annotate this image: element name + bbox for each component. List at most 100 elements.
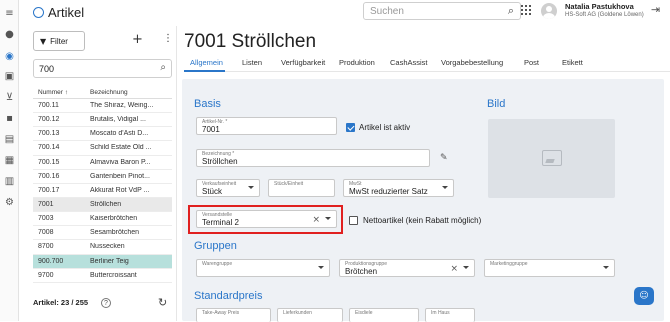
- tab-produktion[interactable]: Produktion: [339, 58, 375, 67]
- article-list-panel: ▼Filter + ⋮ ⌕ Nummer ↑ Bezeichnung 700.1…: [19, 26, 177, 321]
- table-row[interactable]: 7001 Ströllchen: [33, 197, 172, 213]
- chevron-down-icon: [248, 186, 254, 189]
- tab-post[interactable]: Post: [524, 58, 539, 67]
- artikel-nr-field[interactable]: Artikel-Nr. * 7001: [196, 117, 337, 135]
- user-icon[interactable]: ●: [3, 28, 16, 41]
- user-name: Natalia Pastukhova: [565, 2, 634, 11]
- table-row[interactable]: 700.15 Almaviva Baron P...: [33, 156, 172, 170]
- form-content: Basis Bild Artikel-Nr. * 7001 Artikel is…: [182, 79, 664, 322]
- marketinggruppe-select[interactable]: Marketinggruppe: [484, 259, 615, 277]
- take-away-price-field[interactable]: Take-Away Preis: [196, 308, 271, 322]
- cart-icon[interactable]: ⊻: [3, 91, 16, 104]
- mwst-select[interactable]: MwSt MwSt reduzierter Satz: [343, 179, 454, 197]
- image-placeholder[interactable]: [488, 119, 615, 198]
- versandstelle-select[interactable]: Versandstelle Terminal 2 ×: [196, 210, 337, 228]
- row-number: 700.12: [38, 116, 60, 124]
- list-search[interactable]: ⌕: [33, 59, 172, 78]
- settings-icon[interactable]: ⚙: [3, 196, 16, 209]
- table-row[interactable]: 8700 Nussecken: [33, 240, 172, 255]
- row-number: 700.17: [38, 186, 60, 194]
- article-count: Artikel: 23 / 255: [33, 298, 89, 307]
- row-number: 700.13: [38, 130, 60, 138]
- edit-translation-icon[interactable]: ✎: [440, 153, 448, 163]
- verkaufseinheit-select[interactable]: Verkaufseinheit Stück: [196, 179, 260, 197]
- refresh-icon[interactable]: ↻: [158, 296, 167, 309]
- table-row[interactable]: 900.700 Berliner Teig: [33, 254, 172, 269]
- add-article-button[interactable]: +: [132, 32, 143, 47]
- tab-etikett[interactable]: Etikett: [562, 58, 583, 67]
- table-row[interactable]: 7003 Kaiserbrötchen: [33, 212, 172, 227]
- eisdiele-price-field[interactable]: Eisdiele: [349, 308, 419, 322]
- chart-icon[interactable]: ▥: [3, 175, 16, 188]
- produktionsgruppe-select[interactable]: Produktionsgruppe Brötchen ×: [339, 259, 475, 277]
- im-haus-price-field[interactable]: Im Haus: [425, 308, 475, 322]
- nettoartikel-label: Nettoartikel (kein Rabatt möglich): [363, 216, 482, 225]
- search-icon[interactable]: ⌕: [508, 4, 514, 18]
- row-name: Ströllchen: [90, 200, 122, 208]
- artikel-aktiv-label: Artikel ist aktiv: [359, 123, 411, 132]
- table-row[interactable]: 700.12 Brutalis, Vidigal ...: [33, 113, 172, 128]
- global-search-input[interactable]: [370, 4, 488, 19]
- bezeichnung-field[interactable]: Bezeichnung * Ströllchen: [196, 149, 430, 167]
- article-icon[interactable]: ◉: [3, 50, 16, 63]
- article-logo-icon: [33, 7, 44, 18]
- tab-vorgabebestellung[interactable]: Vorgabebestellung: [441, 58, 503, 67]
- filter-button[interactable]: ▼ Filter: [33, 31, 85, 51]
- tab-allgemein[interactable]: Allgemein: [190, 58, 223, 67]
- row-number: 7008: [38, 229, 54, 237]
- table-row[interactable]: 700.13 Moscato d'Asti D...: [33, 127, 172, 142]
- row-number: 700.14: [38, 144, 60, 152]
- row-name: The Shiraz, Weing...: [90, 102, 154, 109]
- section-gruppen: Gruppen: [194, 240, 237, 252]
- search-icon[interactable]: ⌕: [160, 62, 166, 73]
- article-detail: 7001 Ströllchen Allgemein Listen Verfügb…: [177, 26, 670, 322]
- detail-tabs: Allgemein Listen Verfügbarkeit Produktio…: [184, 56, 670, 72]
- list-search-input[interactable]: [39, 62, 149, 76]
- clipboard-icon[interactable]: ▦: [3, 154, 16, 167]
- chevron-down-icon: [325, 217, 331, 220]
- truck-icon[interactable]: ▪: [3, 112, 16, 125]
- table-row[interactable]: 700.17 Akkurat Rot VdP ...: [33, 184, 172, 198]
- chat-assistant-button[interactable]: ☺: [634, 287, 654, 305]
- table-row[interactable]: 700.14 Schild Estate Old ...: [33, 141, 172, 156]
- row-name: Sesambrötchen: [90, 229, 140, 237]
- row-name: Schild Estate Old ...: [90, 144, 152, 152]
- global-search[interactable]: ⌕: [363, 2, 521, 20]
- column-header-bezeichnung[interactable]: Bezeichnung: [90, 89, 128, 96]
- table-row[interactable]: 7008 Sesambrötchen: [33, 226, 172, 241]
- briefcase-icon[interactable]: ▣: [3, 70, 16, 83]
- warengruppe-select[interactable]: Warengruppe: [196, 259, 330, 277]
- table-row[interactable]: 700.16 Gantenbein Pinot...: [33, 170, 172, 184]
- column-header-nummer[interactable]: Nummer ↑: [38, 89, 68, 96]
- table-row[interactable]: 9700 Buttercroissant: [33, 269, 172, 283]
- row-number: 7003: [38, 215, 54, 223]
- row-name: Berliner Teig: [90, 257, 129, 265]
- row-number: 700.16: [38, 172, 60, 180]
- artikel-aktiv-checkbox[interactable]: [346, 123, 355, 132]
- tab-listen[interactable]: Listen: [242, 58, 262, 67]
- row-number: 700.11: [38, 102, 59, 109]
- row-name: Akkurat Rot VdP ...: [90, 186, 150, 194]
- help-icon[interactable]: ?: [101, 298, 111, 308]
- logout-icon[interactable]: ⇥: [651, 3, 660, 16]
- stueck-einheit-field[interactable]: Stück/Einheit: [268, 179, 335, 197]
- clear-icon[interactable]: ×: [450, 264, 458, 274]
- table-row[interactable]: 700.11 The Shiraz, Weing...: [33, 99, 172, 114]
- section-standardpreis: Standardpreis: [194, 290, 263, 302]
- section-basis: Basis: [194, 98, 221, 110]
- menu-icon[interactable]: ≡: [3, 7, 16, 20]
- image-icon: [542, 150, 562, 166]
- top-bar: Artikel ⌕ Natalia Pastukhova HS-Soft AG …: [19, 0, 670, 26]
- app-brand: Artikel: [33, 5, 84, 20]
- avatar[interactable]: [541, 3, 557, 19]
- tab-verfuegbarkeit[interactable]: Verfügbarkeit: [281, 58, 325, 67]
- cash-icon[interactable]: ▤: [3, 133, 16, 146]
- more-options-icon[interactable]: ⋮: [163, 33, 173, 44]
- apps-grid-icon[interactable]: [521, 5, 531, 15]
- nettoartikel-checkbox[interactable]: [349, 216, 358, 225]
- article-table: Nummer ↑ Bezeichnung 700.11 The Shiraz, W…: [33, 88, 172, 283]
- app-title: Artikel: [48, 5, 85, 20]
- tab-cashassist[interactable]: CashAssist: [390, 58, 428, 67]
- clear-icon[interactable]: ×: [312, 215, 320, 225]
- lieferkunden-price-field[interactable]: Lieferkunden: [277, 308, 343, 322]
